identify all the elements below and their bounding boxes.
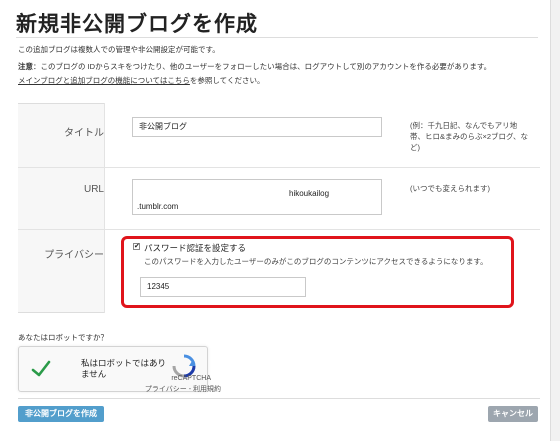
title-input[interactable]: 非公開ブログ xyxy=(132,117,382,137)
help-text: メインブログと追加ブログの機能についてはこちらを参照してください。 xyxy=(18,76,264,86)
row-divider xyxy=(18,167,540,168)
blog-features-link[interactable]: メインブログと追加ブログの機能についてはこちら xyxy=(18,76,190,85)
url-input[interactable]: hikoukailog .tumblr.com xyxy=(132,179,382,215)
checkmark-icon[interactable] xyxy=(31,359,51,379)
create-private-blog-button[interactable]: 非公開ブログを作成 xyxy=(18,406,104,422)
notice-label: 注意 xyxy=(18,62,33,71)
recaptcha-privacy-terms-links[interactable]: プライバシー - 利用規約 xyxy=(111,384,221,394)
url-suffix: .tumblr.com xyxy=(137,202,179,211)
title-label: タイトル xyxy=(64,128,104,139)
row-divider xyxy=(18,229,540,230)
captcha-question: あなたはロボットですか？ xyxy=(18,333,108,342)
footer-divider xyxy=(18,398,540,399)
scrollbar[interactable] xyxy=(550,0,560,441)
intro-text: この追加ブログは複数人での管理や非公開設定が可能です。 xyxy=(18,45,220,54)
title-hint: (例：千九日記、なんでもアリ地帯、ヒロ&まみのらぶ×2ブログ、など) xyxy=(410,121,529,152)
notice-body: ：このブログの IDからスキをつけたり、他のユーザーをフォローしたい場合は、ログ… xyxy=(33,62,492,71)
recaptcha-widget[interactable]: 私はロボットではありません reCAPTCHA プライバシー - 利用規約 xyxy=(18,346,221,393)
url-value: hikoukailog xyxy=(289,189,330,198)
page-title: 新規非公開ブログを作成 xyxy=(16,13,258,36)
annotation-highlight-box xyxy=(121,236,514,308)
help-text-suffix: を参照してください。 xyxy=(189,76,265,85)
url-hint: (いつでも変えられます) xyxy=(410,184,490,193)
notice-text: 注意：このブログの IDからスキをつけたり、他のユーザーをフォローしたい場合は、… xyxy=(18,62,491,72)
cancel-button[interactable]: キャンセル xyxy=(488,406,538,422)
recaptcha-brand: reCAPTCHA xyxy=(171,375,211,382)
title-divider xyxy=(16,37,538,38)
privacy-label: プライバシー xyxy=(44,250,104,261)
url-label: URL xyxy=(83,184,104,195)
